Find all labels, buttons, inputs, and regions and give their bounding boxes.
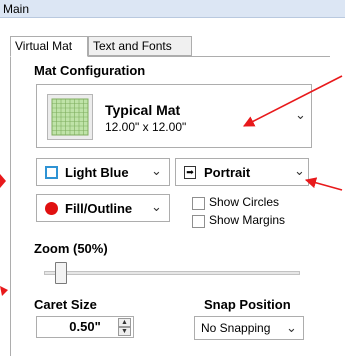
tab-text-and-fonts[interactable]: Text and Fonts [88,36,192,56]
spin-down-icon[interactable]: ▼ [118,327,131,336]
caret-size-label: Caret Size [34,297,97,312]
chevron-down-icon: ⌄ [286,320,297,335]
window-title: Main [0,0,345,18]
annotation-arrow-left-2 [0,286,8,296]
orientation-value: Portrait [204,165,251,180]
chevron-down-icon: ⌄ [151,199,162,214]
zoom-slider-thumb[interactable] [55,262,67,284]
display-mode-select[interactable]: Fill/Outline ⌄ [36,194,170,222]
caret-size-value: 0.50" [69,319,101,334]
mat-size: 12.00" x 12.00" [105,120,187,134]
mat-grid-icon [47,94,93,140]
spin-up-icon[interactable]: ▲ [118,318,131,327]
orientation-select[interactable]: ➡ Portrait ⌄ [175,158,309,186]
snap-position-label: Snap Position [204,297,291,312]
snap-position-value: No Snapping [201,321,271,335]
mat-configuration-heading: Mat Configuration [34,63,146,78]
annotation-arrow-left-1 [0,174,6,188]
mat-name: Typical Mat [105,102,181,118]
mat-color-select[interactable]: Light Blue ⌄ [36,158,170,186]
mat-selector[interactable]: Typical Mat 12.00" x 12.00" ⌄ [36,84,312,148]
color-swatch-icon [45,166,58,179]
chevron-down-icon: ⌄ [151,163,162,178]
tab-virtual-mat[interactable]: Virtual Mat [10,36,88,57]
show-circles-label: Show Circles [209,195,280,209]
snap-position-select[interactable]: No Snapping ⌄ [194,316,304,340]
show-margins-checkbox[interactable] [192,215,205,228]
mat-color-value: Light Blue [65,165,129,180]
display-mode-value: Fill/Outline [65,201,133,216]
chevron-down-icon: ⌄ [295,107,306,122]
fill-dot-icon [45,202,58,215]
zoom-slider-track[interactable] [44,271,300,275]
caret-size-spinner[interactable]: ▲ ▼ [118,318,131,336]
show-margins-label: Show Margins [209,213,286,227]
chevron-down-icon: ⌄ [294,163,305,178]
zoom-label: Zoom (50%) [34,241,108,256]
portrait-icon: ➡ [184,166,196,179]
show-circles-checkbox[interactable] [192,197,205,210]
